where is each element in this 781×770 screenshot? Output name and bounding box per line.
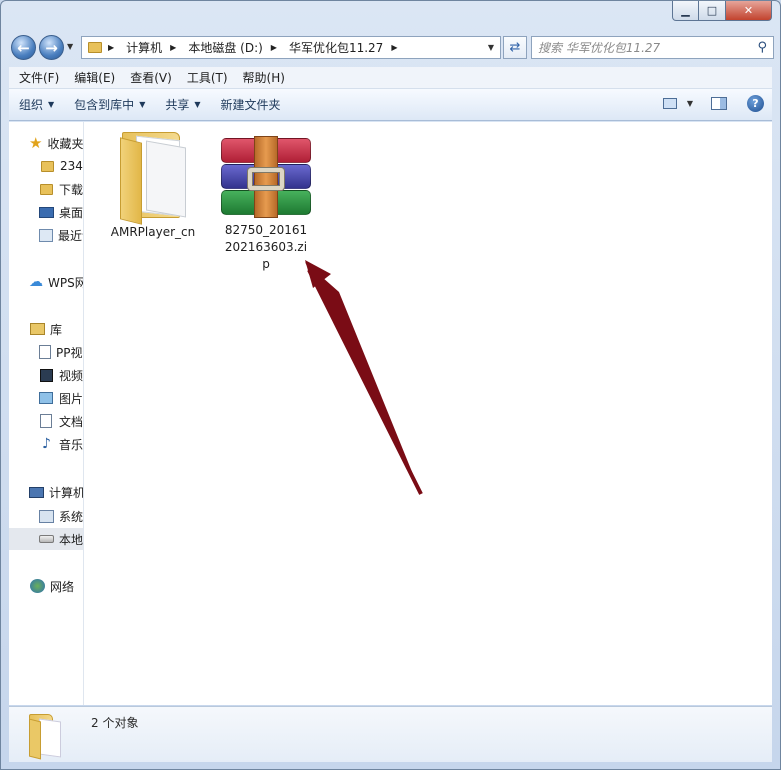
forward-button[interactable]: → [39,35,64,60]
nav-item-favorites[interactable]: ★ 收藏夹 [9,132,83,154]
file-item-archive[interactable]: 82750_20161202163603.zip [211,136,321,273]
document-icon [39,414,54,428]
chevron-right-icon: ▶ [170,43,177,52]
star-icon: ★ [29,134,43,152]
preview-pane-icon[interactable] [711,97,727,110]
search-icon[interactable]: ⚲ [757,40,767,55]
nav-item-system-drive[interactable]: 系统 [9,505,83,527]
maximize-button[interactable]: □ [699,1,726,21]
share-button[interactable]: 共享 ▼ [155,96,210,113]
music-icon: ♪ [42,436,51,452]
drive-icon [39,532,54,546]
nav-item-local-disk[interactable]: 本地磁盘 [9,528,83,550]
recent-pages-dropdown[interactable]: ▼ [67,42,73,51]
chevron-down-icon: ▼ [139,100,146,109]
refresh-button[interactable]: ⇄ [503,36,527,59]
folder-icon [39,159,55,173]
chevron-right-icon: ▶ [391,43,398,52]
folder-icon [88,42,102,53]
content-area: ★ 收藏夹 234 下载 桌面 最近访问的位置 ☁ WPS网盘 [9,122,772,705]
nav-item-desktop[interactable]: 桌面 [9,201,83,223]
folder-icon [29,714,65,760]
recent-places-icon [39,228,53,242]
nav-item-network[interactable]: 网络 [9,575,83,597]
file-list: AMRPlayer_cn 82750_20161202163603.zip [85,122,772,705]
menu-view[interactable]: 查看(V) [125,69,177,86]
nav-item-pp-video[interactable]: PP视频 [9,341,83,363]
details-pane: 2 个对象 [9,706,772,762]
minimize-button[interactable]: ▁ [672,1,699,21]
nav-item-computer[interactable]: 计算机 [9,481,83,503]
address-bar[interactable]: ▶ 计算机 ▶ 本地磁盘 (D:) ▶ 华军优化包11.27 ▶ ▼ [81,36,501,59]
view-controls: ▼ ? [662,95,764,112]
computer-icon [29,485,44,499]
nav-item-videos[interactable]: 视频 [9,364,83,386]
file-item-folder[interactable]: AMRPlayer_cn [105,130,201,241]
nav-item-234[interactable]: 234 [9,155,83,177]
nav-item-downloads[interactable]: 下载 [9,178,83,200]
nav-item-music[interactable]: ♪ 音乐 [9,433,83,455]
breadcrumb-drive[interactable]: 本地磁盘 (D:) ▶ [188,39,283,56]
navigation-pane: ★ 收藏夹 234 下载 桌面 最近访问的位置 ☁ WPS网盘 [9,122,84,705]
chevron-right-icon: ▶ [270,43,277,52]
caption-buttons: ▁ □ ✕ [672,1,772,21]
chevron-down-icon: ▼ [48,100,55,109]
help-icon[interactable]: ? [747,95,764,112]
item-count: 2 个对象 [91,716,139,730]
menu-help[interactable]: 帮助(H) [238,69,290,86]
winrar-archive-icon [218,136,314,218]
nav-item-documents[interactable]: 文档 [9,410,83,432]
folder-icon [118,130,188,225]
nav-item-libraries[interactable]: 库 [9,318,83,340]
change-view-icon[interactable] [662,98,677,109]
file-name: AMRPlayer_cn [110,225,196,239]
document-icon [39,345,51,359]
network-icon [29,579,45,593]
download-folder-icon [39,182,54,196]
system-drive-icon [39,509,54,523]
address-dropdown-button[interactable]: ▼ [488,43,494,52]
close-button[interactable]: ✕ [726,1,772,21]
nav-item-wps-cloud[interactable]: ☁ WPS网盘 [9,271,83,293]
breadcrumb-computer[interactable]: 计算机 ▶ [126,39,182,56]
new-folder-button[interactable]: 新建文件夹 [211,96,291,113]
search-box[interactable]: ⚲ [531,36,774,59]
menu-bar: 文件(F) 编辑(E) 查看(V) 工具(T) 帮助(H) [9,67,772,89]
video-icon [39,368,54,382]
nav-item-pictures[interactable]: 图片 [9,387,83,409]
organize-button[interactable]: 组织 ▼ [9,96,64,113]
include-in-library-button[interactable]: 包含到库中 ▼ [64,96,155,113]
explorer-window: ▁ □ ✕ ← → ▼ ▶ 计算机 ▶ 本地磁盘 (D:) ▶ 华军优化包11.27… [0,0,781,770]
file-name: 82750_20161202163603.zip [224,223,308,271]
back-button[interactable]: ← [11,35,36,60]
menu-tools[interactable]: 工具(T) [182,69,233,86]
menu-file[interactable]: 文件(F) [14,69,64,86]
search-input[interactable] [538,40,748,55]
breadcrumb-current-folder[interactable]: 华军优化包11.27 ▶ [289,39,404,56]
library-icon [29,322,45,336]
desktop-icon [39,205,54,219]
breadcrumb-root[interactable]: ▶ [108,43,120,52]
menu-edit[interactable]: 编辑(E) [69,69,120,86]
command-bar: 组织 ▼ 包含到库中 ▼ 共享 ▼ 新建文件夹 ▼ ? [9,89,772,121]
chevron-down-icon: ▼ [194,100,201,109]
navigation-bar: ← → ▼ ▶ 计算机 ▶ 本地磁盘 (D:) ▶ 华军优化包11.27 ▶ ▼ ⇄ … [9,33,774,61]
cloud-icon: ☁ [29,274,43,290]
nav-item-recent-places[interactable]: 最近访问的位置 [9,224,83,246]
chevron-right-icon: ▶ [108,43,115,52]
view-options-dropdown[interactable]: ▼ [687,99,693,108]
picture-icon [39,391,54,405]
